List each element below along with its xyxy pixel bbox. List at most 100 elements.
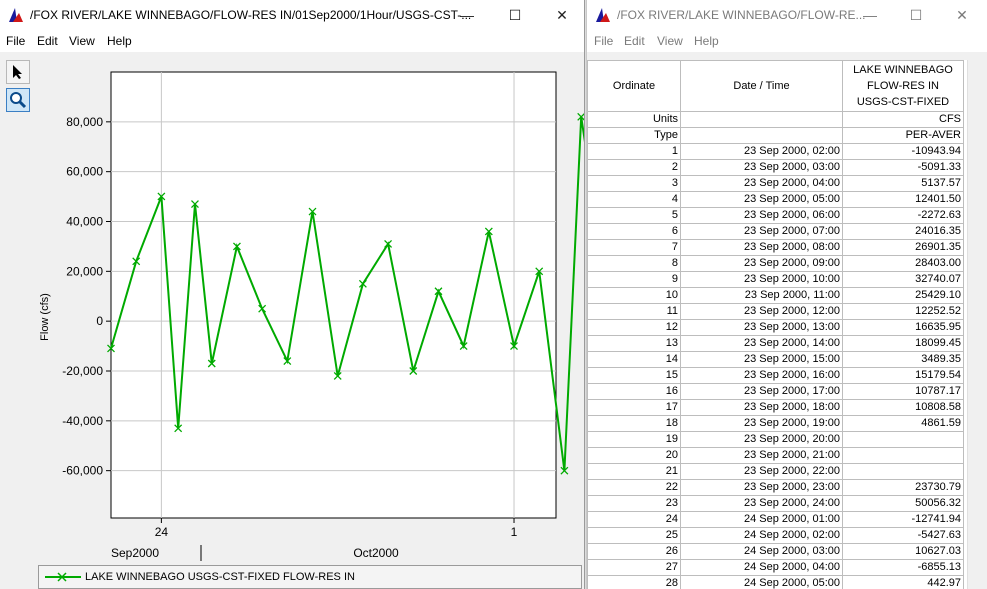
y-tick-label: 0 (96, 314, 103, 328)
ordinate-cell: 11 (587, 303, 681, 320)
value-cell[interactable]: 50056.32 (842, 495, 964, 512)
ordinate-cell: 17 (587, 399, 681, 416)
table-row[interactable]: 25 24 Sep 2000, 02:00 -5427.63 (587, 527, 964, 544)
menu-edit[interactable]: Edit (37, 34, 58, 48)
value-cell[interactable] (842, 463, 964, 480)
ordinate-cell: 18 (587, 415, 681, 432)
table-row[interactable]: 17 23 Sep 2000, 18:00 10808.58 (587, 399, 964, 416)
value-cell[interactable]: -10943.94 (842, 143, 964, 160)
column-header-series[interactable]: LAKE WINNEBAGO FLOW-RES IN USGS-CST-FIXE… (842, 60, 964, 112)
value-cell[interactable]: -5091.33 (842, 159, 964, 176)
value-cell[interactable]: 10808.58 (842, 399, 964, 416)
value-cell[interactable]: -6855.13 (842, 559, 964, 576)
table-row[interactable]: 2 23 Sep 2000, 03:00 -5091.33 (587, 159, 964, 176)
table-row[interactable]: 8 23 Sep 2000, 09:00 28403.00 (587, 255, 964, 272)
value-cell[interactable]: 25429.10 (842, 287, 964, 304)
ordinate-cell: 25 (587, 527, 681, 544)
value-cell[interactable]: -5427.63 (842, 527, 964, 544)
units-empty-cell[interactable] (680, 111, 843, 128)
value-cell[interactable]: -2272.63 (842, 207, 964, 224)
value-cell[interactable]: -12741.94 (842, 511, 964, 528)
value-cell[interactable]: 23730.79 (842, 479, 964, 496)
value-cell[interactable]: 442.97 (842, 575, 964, 589)
value-cell[interactable] (842, 447, 964, 464)
menu-view[interactable]: View (657, 34, 683, 48)
table-row[interactable]: 10 23 Sep 2000, 11:00 25429.10 (587, 287, 964, 304)
value-cell[interactable]: 3489.35 (842, 351, 964, 368)
menu-view[interactable]: View (69, 34, 95, 48)
table-row[interactable]: 6 23 Sep 2000, 07:00 24016.35 (587, 223, 964, 240)
value-cell[interactable]: 24016.35 (842, 223, 964, 240)
table-row[interactable]: 27 24 Sep 2000, 04:00 -6855.13 (587, 559, 964, 576)
close-button[interactable]: ✕ (939, 0, 985, 30)
table-row[interactable]: 1 23 Sep 2000, 02:00 -10943.94 (587, 143, 964, 160)
table-row[interactable]: 9 23 Sep 2000, 10:00 32740.07 (587, 271, 964, 288)
table-row[interactable]: 7 23 Sep 2000, 08:00 26901.35 (587, 239, 964, 256)
menu-file[interactable]: File (594, 34, 613, 48)
minimize-button[interactable]: — (847, 0, 893, 30)
menu-help[interactable]: Help (694, 34, 719, 48)
table-row[interactable]: 14 23 Sep 2000, 15:00 3489.35 (587, 351, 964, 368)
value-cell[interactable]: 32740.07 (842, 271, 964, 288)
table-row[interactable]: 24 24 Sep 2000, 01:00 -12741.94 (587, 511, 964, 528)
maximize-button[interactable]: ☐ (492, 0, 538, 30)
datetime-cell: 23 Sep 2000, 11:00 (680, 287, 843, 304)
ordinate-cell: 26 (587, 543, 681, 560)
ordinate-cell: 20 (587, 447, 681, 464)
y-tick-label: 20,000 (66, 264, 103, 278)
value-cell[interactable]: 12252.52 (842, 303, 964, 320)
value-cell[interactable]: 12401.50 (842, 191, 964, 208)
maximize-button[interactable]: ☐ (893, 0, 939, 30)
value-cell[interactable]: 16635.95 (842, 319, 964, 336)
table-row[interactable]: 20 23 Sep 2000, 21:00 (587, 447, 964, 464)
type-empty-cell[interactable] (680, 127, 843, 144)
table-row[interactable]: 22 23 Sep 2000, 23:00 23730.79 (587, 479, 964, 496)
table-row[interactable]: 5 23 Sep 2000, 06:00 -2272.63 (587, 207, 964, 224)
value-cell[interactable]: 5137.57 (842, 175, 964, 192)
plot-window-titlebar[interactable]: /FOX RIVER/LAKE WINNEBAGO/FLOW-RES IN/01… (0, 0, 584, 30)
value-cell[interactable]: 10787.17 (842, 383, 964, 400)
value-cell[interactable]: 4861.59 (842, 415, 964, 432)
value-cell[interactable] (842, 431, 964, 448)
vertical-scrollbar[interactable] (967, 60, 987, 589)
datetime-cell: 23 Sep 2000, 03:00 (680, 159, 843, 176)
ordinate-cell: 21 (587, 463, 681, 480)
type-row: Type PER-AVER (587, 127, 964, 144)
table-row[interactable]: 12 23 Sep 2000, 13:00 16635.95 (587, 319, 964, 336)
y-axis: 80,000 60,000 40,000 20,000 0 -20,000 -40,000 -… (62, 115, 111, 478)
table-row[interactable]: 18 23 Sep 2000, 19:00 4861.59 (587, 415, 964, 432)
value-cell[interactable]: 26901.35 (842, 239, 964, 256)
type-value[interactable]: PER-AVER (842, 127, 964, 144)
y-tick-label: -20,000 (62, 364, 103, 378)
table-row[interactable]: 15 23 Sep 2000, 16:00 15179.54 (587, 367, 964, 384)
menu-file[interactable]: File (6, 34, 25, 48)
value-cell[interactable]: 28403.00 (842, 255, 964, 272)
table-row[interactable]: 11 23 Sep 2000, 12:00 12252.52 (587, 303, 964, 320)
column-header-datetime[interactable]: Date / Time (680, 60, 843, 112)
x-tick-label: 1 (511, 525, 518, 539)
value-cell[interactable]: 18099.45 (842, 335, 964, 352)
table-row[interactable]: 23 23 Sep 2000, 24:00 50056.32 (587, 495, 964, 512)
table-row[interactable]: 4 23 Sep 2000, 05:00 12401.50 (587, 191, 964, 208)
table-row[interactable]: 21 23 Sep 2000, 22:00 (587, 463, 964, 480)
datetime-cell: 23 Sep 2000, 14:00 (680, 335, 843, 352)
table-row[interactable]: 19 23 Sep 2000, 20:00 (587, 431, 964, 448)
menu-help[interactable]: Help (107, 34, 132, 48)
units-row: Units CFS (587, 111, 964, 128)
table-row[interactable]: 16 23 Sep 2000, 17:00 10787.17 (587, 383, 964, 400)
plot-area[interactable] (110, 71, 557, 519)
table-row[interactable]: 13 23 Sep 2000, 14:00 18099.45 (587, 335, 964, 352)
ordinate-cell: 24 (587, 511, 681, 528)
menu-edit[interactable]: Edit (624, 34, 645, 48)
minimize-button[interactable]: — (444, 0, 490, 30)
value-cell[interactable]: 10627.03 (842, 543, 964, 560)
table-row[interactable]: 28 24 Sep 2000, 05:00 442.97 (587, 575, 964, 589)
units-value[interactable]: CFS (842, 111, 964, 128)
table-row[interactable]: 3 23 Sep 2000, 04:00 5137.57 (587, 175, 964, 192)
close-button[interactable]: ✕ (539, 0, 584, 30)
table-window-titlebar[interactable]: /FOX RIVER/LAKE WINNEBAGO/FLOW-RE... — ☐… (587, 0, 987, 30)
series-header-line3: USGS-CST-FIXED (856, 96, 950, 108)
column-header-ordinate[interactable]: Ordinate (587, 60, 681, 112)
table-row[interactable]: 26 24 Sep 2000, 03:00 10627.03 (587, 543, 964, 560)
value-cell[interactable]: 15179.54 (842, 367, 964, 384)
